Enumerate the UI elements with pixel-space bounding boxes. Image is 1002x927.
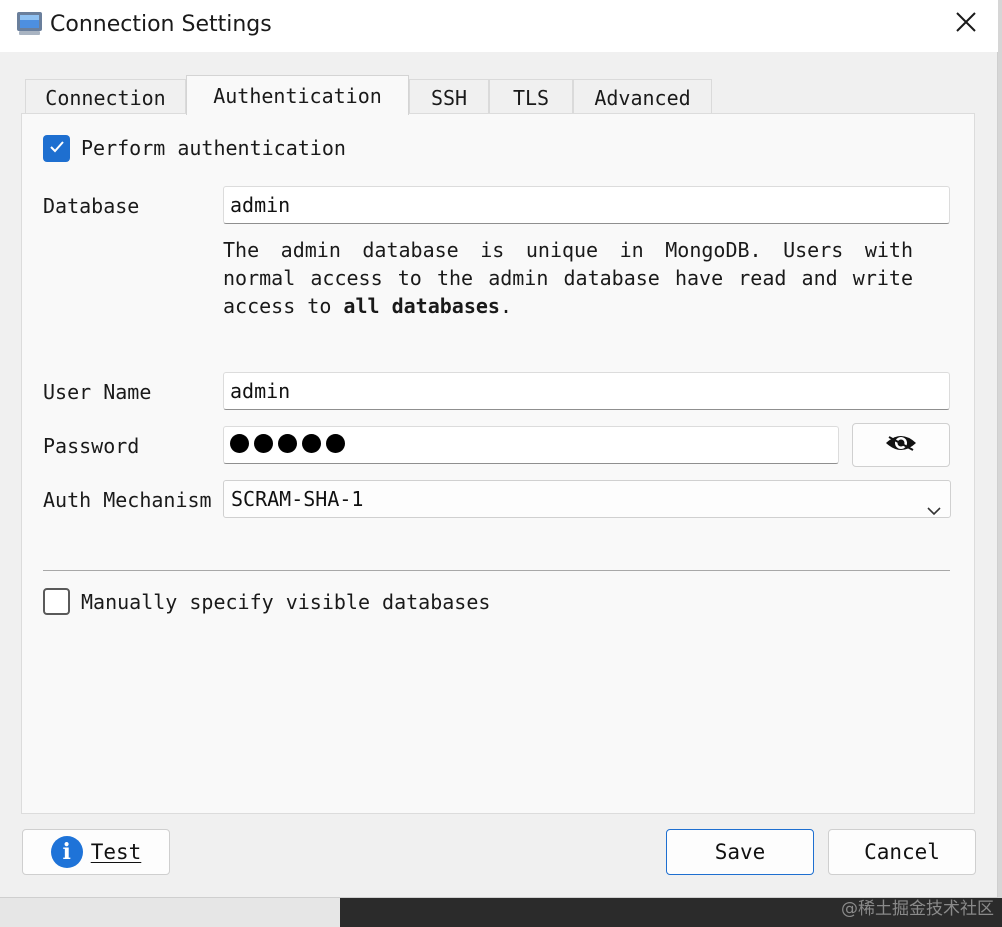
auth-mechanism-label: Auth Mechanism [43,488,212,512]
title-bar: Connection Settings [0,0,998,52]
checkmark-icon [49,139,65,159]
database-description: The admin database is unique in MongoDB.… [223,236,913,320]
close-button[interactable] [944,4,988,44]
password-label: Password [43,434,140,458]
tab-connection[interactable]: Connection [25,79,186,115]
window-title: Connection Settings [50,12,272,37]
password-dot [302,434,321,453]
database-input[interactable]: admin [223,186,950,224]
perform-auth-checkbox[interactable] [43,135,70,162]
manual-databases-label: Manually specify visible databases [81,590,491,614]
watermark: @稀土掘金技术社区 [841,899,994,919]
password-dot [254,434,273,453]
auth-mechanism-value: SCRAM-SHA-1 [231,487,364,511]
close-icon [955,11,977,37]
eye-icon [884,431,918,459]
show-password-button[interactable] [852,423,950,467]
tab-authentication[interactable]: Authentication [186,75,409,115]
cancel-button[interactable]: Cancel [828,829,976,875]
password-dot [326,434,345,453]
background-window-left [0,898,340,927]
test-button[interactable]: i Test [22,829,170,875]
auth-mechanism-select[interactable]: SCRAM-SHA-1 [223,480,951,518]
manual-databases-checkbox[interactable] [43,588,70,615]
perform-auth-label: Perform authentication [81,136,346,160]
username-input[interactable]: admin [223,372,950,410]
info-icon: i [50,836,83,868]
description-bold: all databases [343,294,500,318]
tab-ssh[interactable]: SSH [409,79,489,115]
password-mask [230,434,345,453]
tab-advanced[interactable]: Advanced [573,79,712,115]
username-label: User Name [43,380,152,404]
background-window-edge [998,0,1002,898]
save-button[interactable]: Save [666,829,814,875]
app-computer-icon [16,10,43,37]
section-divider [43,570,950,571]
password-dot [278,434,297,453]
chevron-down-icon [926,492,942,528]
connection-settings-dialog: Connection Settings Connection Authentic… [0,0,998,898]
tab-tls[interactable]: TLS [489,79,573,115]
description-end: . [499,294,513,318]
test-button-label: Test [90,840,142,864]
password-dot [230,434,249,453]
database-label: Database [43,194,140,218]
description-text: The admin database is unique in MongoDB.… [223,238,913,318]
